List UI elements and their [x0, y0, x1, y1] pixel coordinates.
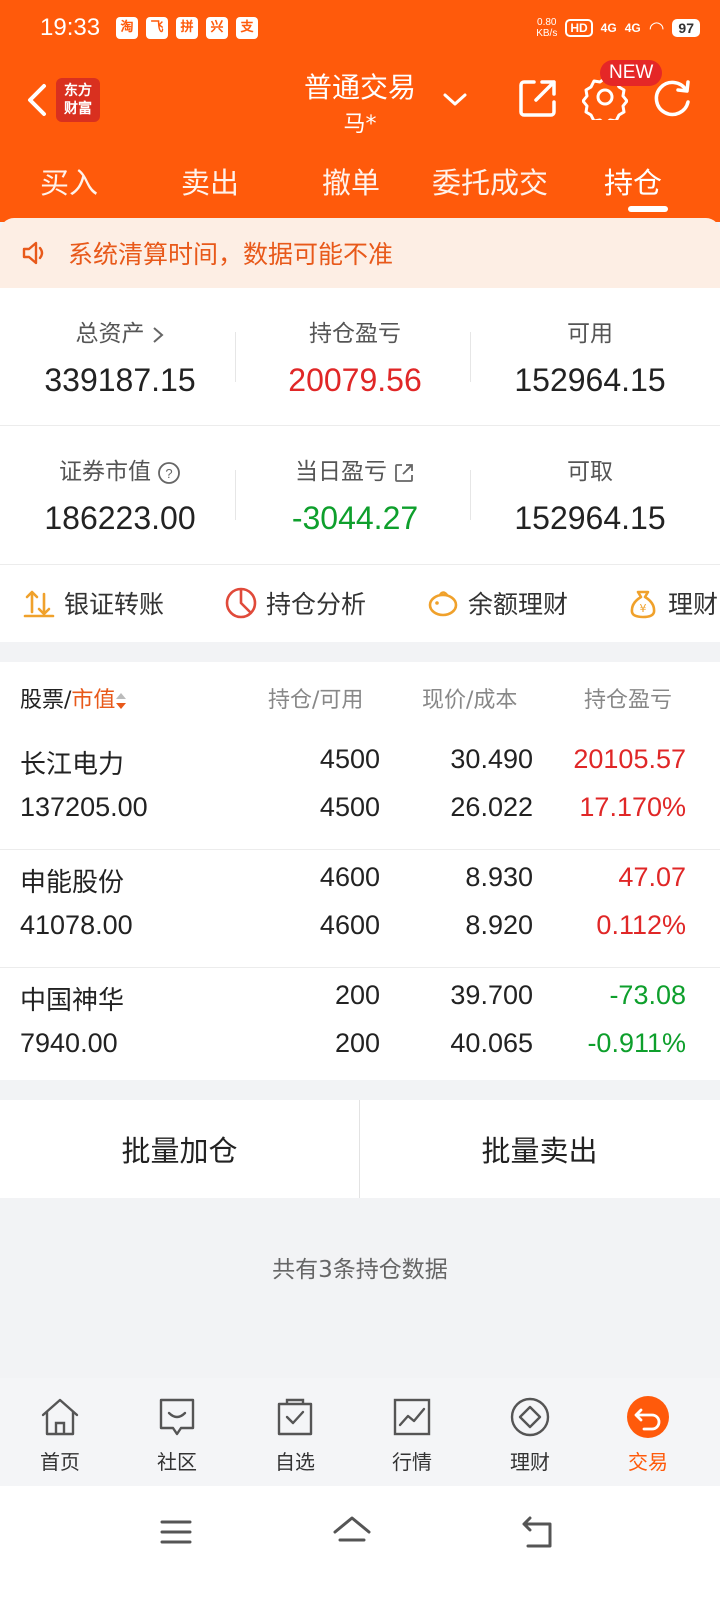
tab-sell[interactable]: 卖出 — [181, 160, 239, 202]
summary-row: 总资产 339187.15 持仓盈亏 20079.56 可用 152964.15 — [0, 288, 720, 426]
total-assets[interactable]: 总资产 339187.15 — [0, 288, 240, 426]
daily-pnl-value: -3044.27 — [291, 500, 419, 536]
page-title[interactable]: 普通交易 — [270, 66, 450, 106]
notice-banner: 系统清算时间，数据可能不准 — [0, 218, 720, 288]
nav-home[interactable]: 首页 — [0, 1394, 120, 1475]
back-button-icon[interactable] — [516, 1510, 560, 1554]
available-funds-value: 152964.15 — [514, 362, 666, 398]
daily-pnl[interactable]: 当日盈亏 -3044.27 — [235, 426, 475, 564]
trade-tabs: 买入 卖出 撤单 委托成交 持仓 — [0, 150, 720, 216]
positions-table: 股票/市值 持仓/可用 现价/成本 持仓盈亏 长江电力 137205.00 45… — [0, 662, 720, 1080]
sort-icon — [116, 693, 127, 709]
notice-text: 系统清算时间，数据可能不准 — [68, 240, 394, 269]
money-bag-icon: ¥ — [630, 590, 656, 619]
menu-icon[interactable] — [154, 1510, 198, 1554]
hd-icon: HD — [565, 19, 593, 37]
nav-trade[interactable]: 交易 — [588, 1394, 708, 1475]
header-position-pnl: 持仓盈亏 — [584, 688, 673, 713]
withdrawable-funds: 可取 152964.15 — [470, 426, 710, 564]
app-header: 19:33 淘 飞 拼 兴 支 0.80 KB/s HD 4G 4G ◠ 97 … — [0, 0, 720, 222]
table-row[interactable]: 长江电力 137205.00 4500 4500 30.490 26.022 2… — [0, 732, 720, 850]
nav-wealth[interactable]: 理财 — [470, 1394, 590, 1475]
header-price-cost: 现价/成本 — [422, 688, 518, 713]
position-pnl-value: 20079.56 — [288, 362, 422, 398]
signal-4g-icon: 4G — [600, 21, 617, 35]
securities-value-amount: 186223.00 — [44, 500, 196, 536]
nav-market[interactable]: 行情 — [352, 1394, 472, 1475]
nav-watchlist[interactable]: 自选 — [235, 1394, 355, 1475]
piggy-bank-icon — [428, 591, 458, 617]
external-link-icon[interactable] — [393, 462, 415, 484]
taobao-app-icon: 淘 — [116, 17, 139, 39]
batch-actions: 批量加仓 批量卖出 — [0, 1100, 720, 1198]
speaker-icon — [22, 241, 44, 265]
pie-chart-icon — [225, 587, 257, 619]
active-tab-indicator — [628, 206, 668, 212]
alipay-app-icon: 支 — [236, 17, 259, 39]
tab-orders[interactable]: 委托成交 — [432, 160, 548, 202]
telegram-app-icon: 飞 — [146, 17, 169, 39]
home-button-icon[interactable] — [330, 1510, 374, 1554]
share-icon[interactable] — [516, 76, 560, 120]
chevron-down-icon[interactable] — [440, 84, 470, 114]
withdrawable-funds-value: 152964.15 — [514, 500, 666, 536]
status-indicators: 0.80 KB/s HD 4G 4G ◠ 97 — [536, 17, 700, 39]
nav-bar: 东方 财富 普通交易 马* NEW — [0, 56, 720, 146]
position-pnl: 持仓盈亏 20079.56 — [235, 288, 475, 426]
svg-text:¥: ¥ — [640, 602, 647, 615]
batch-sell-button[interactable]: 批量卖出 — [360, 1100, 719, 1198]
tab-positions[interactable]: 持仓 — [604, 160, 662, 202]
svg-text:?: ? — [165, 466, 172, 481]
table-row[interactable]: 中国神华 7940.00 200 200 39.700 40.065 -73.0… — [0, 968, 720, 1086]
transfer-icon — [23, 590, 55, 618]
positions-count: 共有3条持仓数据 — [272, 1257, 448, 1283]
xing-app-icon: 兴 — [206, 17, 229, 39]
new-badge: NEW — [600, 60, 663, 86]
pinduoduo-app-icon: 拼 — [176, 17, 199, 39]
tab-buy[interactable]: 买入 — [40, 160, 98, 202]
chat-bubble-icon — [159, 1398, 195, 1436]
help-icon[interactable]: ? — [157, 461, 181, 485]
eastmoney-logo: 东方 财富 — [56, 78, 100, 122]
batch-add-button[interactable]: 批量加仓 — [0, 1100, 359, 1198]
quick-actions: 银证转账 持仓分析 余额理财 ¥ 理财 — [0, 564, 720, 642]
trade-icon — [627, 1396, 669, 1438]
total-assets-value: 339187.15 — [44, 362, 196, 398]
home-icon — [41, 1398, 79, 1436]
bank-transfer-button[interactable]: 银证转账 — [22, 585, 164, 621]
tab-cancel[interactable]: 撤单 — [322, 160, 380, 202]
available-funds: 可用 152964.15 — [470, 288, 710, 426]
wealth-management-button[interactable]: ¥ 理财 — [626, 585, 718, 621]
table-row[interactable]: 申能股份 41078.00 4600 4600 8.930 8.920 47.0… — [0, 850, 720, 968]
status-app-icons: 淘 飞 拼 兴 支 — [116, 17, 259, 39]
summary-row: 证券市值? 186223.00 当日盈亏 -3044.27 可取 152964.… — [0, 426, 720, 564]
table-header: 股票/市值 持仓/可用 现价/成本 持仓盈亏 — [0, 662, 720, 732]
battery-icon: 97 — [672, 19, 700, 37]
securities-value[interactable]: 证券市值? 186223.00 — [0, 426, 240, 564]
position-analysis-button[interactable]: 持仓分析 — [224, 585, 366, 621]
chevron-right-icon — [152, 326, 164, 343]
sort-by-market-value[interactable]: 股票/市值 — [20, 682, 127, 714]
system-nav-bar — [0, 1486, 720, 1600]
wifi-icon: ◠ — [648, 17, 665, 38]
nav-community[interactable]: 社区 — [117, 1394, 237, 1475]
net-speed: 0.80 KB/s — [536, 17, 558, 39]
diamond-coin-icon — [510, 1397, 550, 1437]
watchlist-bag-icon — [277, 1398, 313, 1436]
account-name: 马* — [343, 112, 377, 137]
status-bar: 19:33 淘 飞 拼 兴 支 0.80 KB/s HD 4G 4G ◠ 97 — [0, 0, 720, 56]
signal-4g-icon-2: 4G — [624, 21, 641, 35]
bottom-nav: 首页 社区 自选 行情 理财 交易 — [0, 1378, 720, 1486]
status-time: 19:33 — [40, 14, 101, 41]
header-hold-available: 持仓/可用 — [268, 688, 364, 713]
line-chart-icon — [393, 1398, 431, 1436]
balance-wealth-button[interactable]: 余额理财 — [426, 585, 568, 621]
back-icon[interactable] — [18, 78, 58, 122]
